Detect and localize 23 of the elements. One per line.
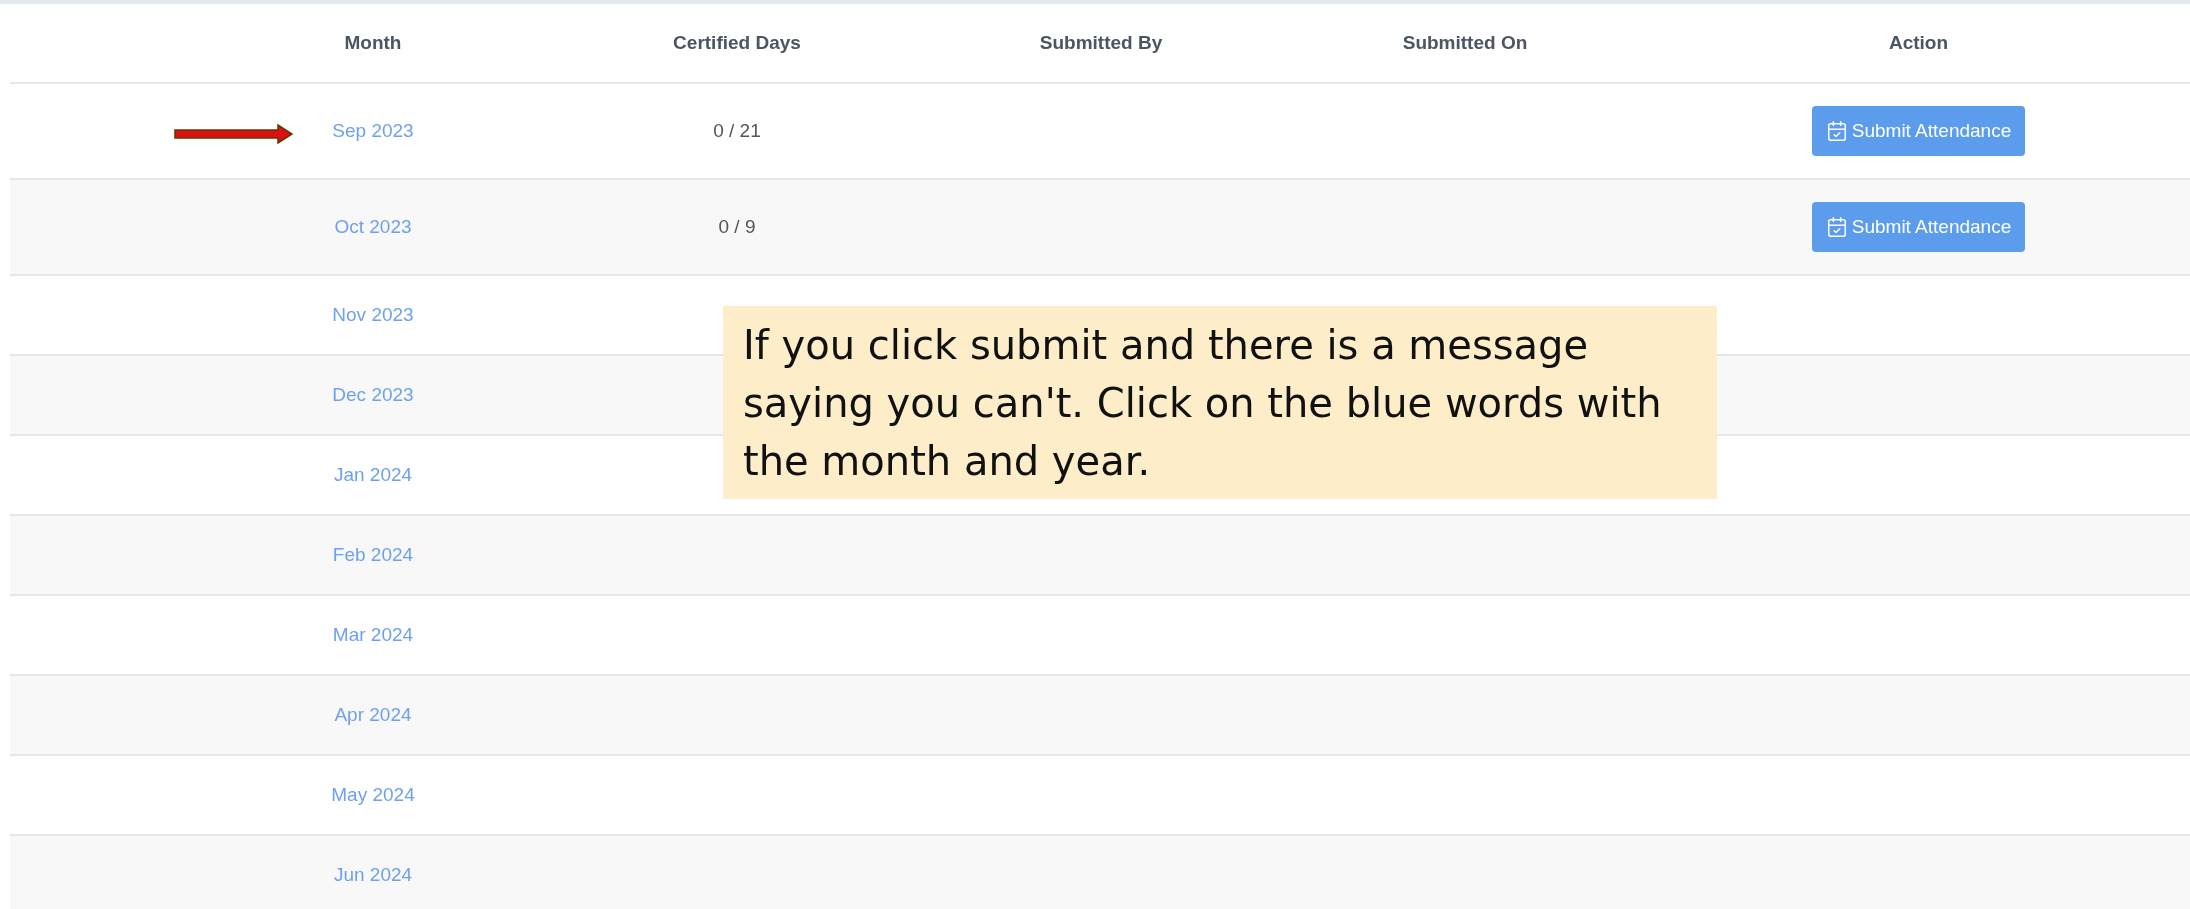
column-header: Submitted On [1402,30,1528,55]
month-link[interactable]: Dec 2023 [332,380,414,410]
submit-attendance-button[interactable]: Submit Attendance [1811,202,2026,252]
calendar-check-icon [1825,120,1848,142]
month-link[interactable]: Mar 2024 [332,620,414,650]
column-header: Certified Days [673,30,801,55]
certified-days: 0 / 9 [718,212,756,242]
month-link[interactable]: May 2024 [331,780,415,810]
certified-days: 0 / 21 [713,116,761,146]
month-link[interactable]: Apr 2024 [334,700,412,730]
month-link[interactable]: Oct 2023 [334,212,412,242]
month-link[interactable]: Sep 2023 [332,116,414,146]
month-link[interactable]: Feb 2024 [332,540,414,570]
arrow-icon [174,124,294,144]
submit-attendance-button[interactable]: Submit Attendance [1811,106,2026,156]
month-link[interactable]: Nov 2023 [332,300,414,330]
month-link[interactable]: Jan 2024 [333,460,413,490]
calendar-check-icon [1825,216,1848,238]
column-header: Action [1888,30,1949,55]
column-header: Month [344,30,402,55]
callout-note: If you click submit and there is a message saying you can't. Click on the blue words with the month and year. [723,306,1717,499]
column-header: Submitted By [1039,30,1163,55]
month-link[interactable]: Jun 2024 [333,860,413,890]
